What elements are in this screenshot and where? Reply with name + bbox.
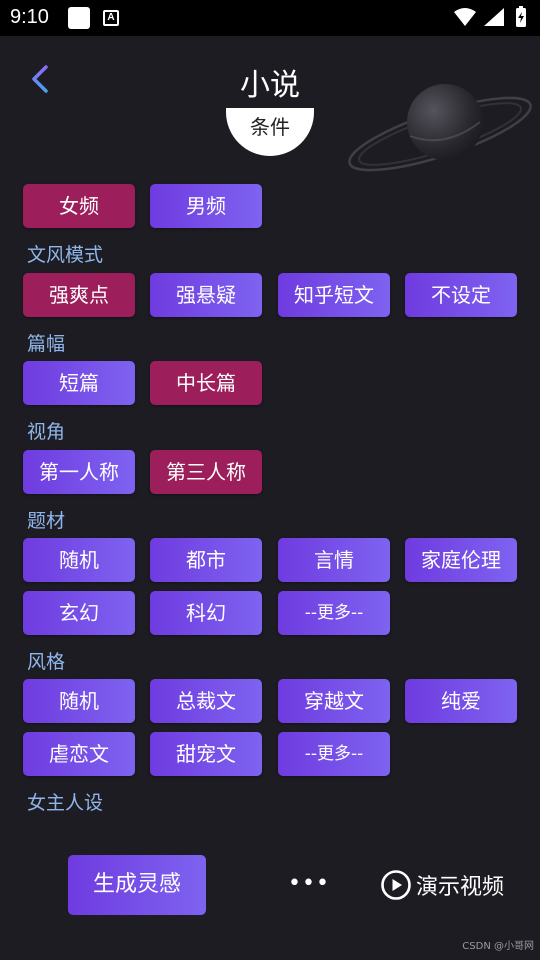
chip-genre-option[interactable]: 都市 xyxy=(150,538,262,582)
chip-style-type-more[interactable]: --更多-- xyxy=(278,732,390,776)
chip-length-option[interactable]: 中长篇 xyxy=(150,361,262,405)
battery-icon xyxy=(516,6,526,27)
condition-badge-label: 条件 xyxy=(250,115,290,139)
chip-style-type-option[interactable]: 随机 xyxy=(23,679,135,723)
demo-video-button[interactable]: 演示视频 xyxy=(380,868,504,902)
status-bar: 9:10 A xyxy=(0,0,540,36)
chip-style-option[interactable]: 强爽点 xyxy=(23,273,135,317)
chip-style-option[interactable]: 强悬疑 xyxy=(150,273,262,317)
notification-square-icon xyxy=(68,7,90,29)
chip-genre-option[interactable]: 玄幻 xyxy=(23,591,135,635)
chip-style-type-option[interactable]: 总裁文 xyxy=(150,679,262,723)
chip-genre-option[interactable]: 家庭伦理 xyxy=(405,538,517,582)
status-icons xyxy=(454,6,526,27)
chip-genre-option[interactable]: 科幻 xyxy=(150,591,262,635)
status-time: 9:10 xyxy=(10,6,49,28)
chip-style-option[interactable]: 不设定 xyxy=(405,273,517,317)
demo-video-label: 演示视频 xyxy=(416,875,505,900)
notification-a-icon: A xyxy=(103,10,119,26)
section-label-style: 风格 xyxy=(27,651,66,673)
chip-perspective-option[interactable]: 第三人称 xyxy=(150,450,262,494)
chip-style-type-option[interactable]: 虐恋文 xyxy=(23,732,135,776)
play-circle-icon xyxy=(381,870,411,900)
wifi-icon xyxy=(454,8,476,26)
planet-icon xyxy=(348,84,532,172)
chip-length-option[interactable]: 短篇 xyxy=(23,361,135,405)
chip-genre-option[interactable]: 随机 xyxy=(23,538,135,582)
watermark: CSDN @小哥网 xyxy=(462,941,534,952)
condition-badge: 条件 xyxy=(226,108,314,156)
generate-inspiration-button[interactable]: 生成灵感 xyxy=(68,855,206,915)
section-label-writing-style: 文风模式 xyxy=(27,244,104,266)
chip-genre-more[interactable]: --更多-- xyxy=(278,591,390,635)
chip-style-option[interactable]: 知乎短文 xyxy=(278,273,390,317)
section-label-perspective: 视角 xyxy=(27,421,66,443)
chip-perspective-option[interactable]: 第一人称 xyxy=(23,450,135,494)
chip-genre-option[interactable]: 言情 xyxy=(278,538,390,582)
more-options-button[interactable]: ••• xyxy=(288,872,330,896)
section-label-genre: 题材 xyxy=(27,510,66,532)
chip-female[interactable]: 女频 xyxy=(23,184,135,228)
chip-style-type-option[interactable]: 甜宠文 xyxy=(150,732,262,776)
section-label-heroine: 女主人设 xyxy=(27,792,104,814)
signal-icon xyxy=(484,8,504,26)
chip-style-type-option[interactable]: 纯爱 xyxy=(405,679,517,723)
section-label-length: 篇幅 xyxy=(27,333,66,355)
chip-style-type-option[interactable]: 穿越文 xyxy=(278,679,390,723)
chip-male[interactable]: 男频 xyxy=(150,184,262,228)
